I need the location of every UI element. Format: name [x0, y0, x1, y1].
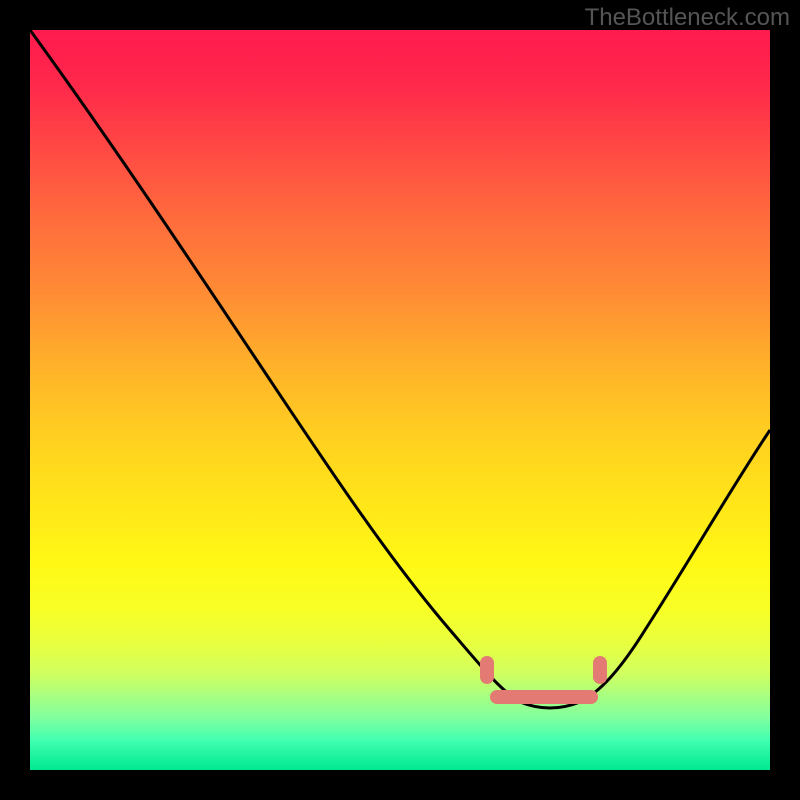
optimal-range-marker-right	[593, 656, 607, 684]
watermark-text: TheBottleneck.com	[585, 4, 790, 32]
curve-path	[30, 30, 770, 708]
optimal-range-marker-left	[480, 656, 494, 684]
chart-plot-area	[30, 30, 770, 770]
bottleneck-curve	[30, 30, 770, 770]
optimal-range-marker-bottom	[490, 690, 598, 704]
